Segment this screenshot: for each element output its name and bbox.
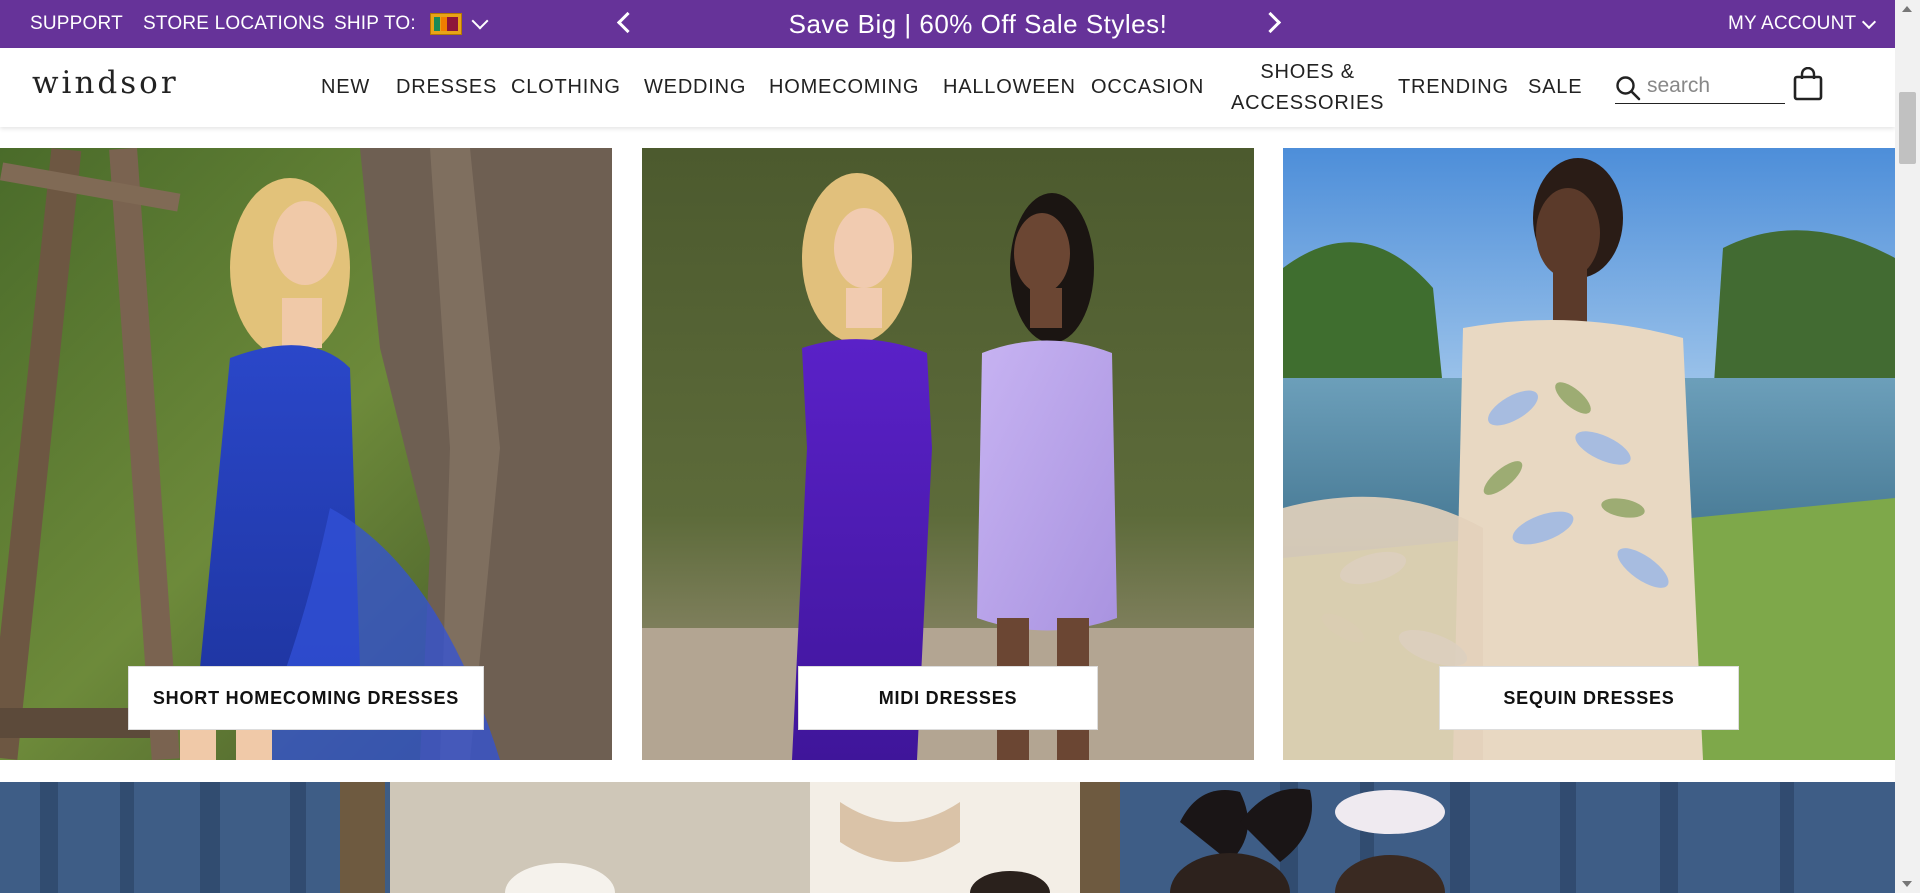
nav-item-clothing[interactable]: CLOTHING <box>511 48 621 127</box>
halloween-banner-image[interactable] <box>0 782 1895 893</box>
nav-item-halloween[interactable]: HALLOWEEN <box>943 48 1076 127</box>
ship-to-label: SHIP TO: <box>334 13 416 34</box>
category-tile-sequin[interactable]: SEQUIN DRESSES <box>1283 148 1895 760</box>
my-account-label: MY ACCOUNT <box>1728 13 1857 34</box>
nav-shoes-label: SHOES & <box>1260 60 1355 83</box>
scrollbar-thumb[interactable] <box>1899 92 1916 164</box>
chevron-down-icon <box>1862 14 1877 29</box>
shopping-bag-icon[interactable] <box>1793 67 1823 101</box>
store-locations-link[interactable]: STORE LOCATIONS <box>143 0 325 48</box>
halloween-banner-photo <box>0 782 1895 893</box>
midi-dresses-button[interactable]: MIDI DRESSES <box>798 666 1098 730</box>
search-input[interactable] <box>1647 71 1779 101</box>
chevron-down-icon <box>471 12 489 30</box>
store-locations-label: STORE LOCATIONS <box>143 13 325 34</box>
support-label: SUPPORT <box>30 13 123 34</box>
short-homecoming-dresses-button[interactable]: SHORT HOMECOMING DRESSES <box>128 666 484 730</box>
nav-item-trending[interactable]: TRENDING <box>1398 48 1509 127</box>
nav-accessories-label: ACCESSORIES <box>1231 91 1385 114</box>
nav-item-homecoming[interactable]: HOMECOMING <box>769 48 919 127</box>
my-account-menu[interactable]: MY ACCOUNT <box>1728 0 1877 48</box>
sequin-dresses-button[interactable]: SEQUIN DRESSES <box>1439 666 1739 730</box>
category-tile-midi[interactable]: MIDI DRESSES <box>642 148 1254 760</box>
sri-lanka-flag-icon <box>429 13 462 35</box>
page-scrollbar[interactable] <box>1895 0 1920 893</box>
search-icon[interactable] <box>1615 75 1641 101</box>
nav-item-dresses[interactable]: DRESSES <box>396 48 497 127</box>
search-box <box>1615 71 1785 104</box>
scroll-up-icon[interactable] <box>1902 6 1912 12</box>
nav-item-sale[interactable]: SALE <box>1528 48 1582 127</box>
nav-item-wedding[interactable]: WEDDING <box>644 48 746 127</box>
main-header: windsor NEW DRESSES CLOTHING WEDDING HOM… <box>0 48 1895 127</box>
next-promo-arrow-icon[interactable] <box>1259 11 1282 34</box>
scroll-down-icon[interactable] <box>1902 881 1912 887</box>
promo-message[interactable]: Save Big | 60% Off Sale Styles! <box>700 0 1256 48</box>
nav-item-occasion[interactable]: OCCASION <box>1091 48 1204 127</box>
ship-to-selector[interactable]: SHIP TO: <box>334 0 489 48</box>
nav-item-new[interactable]: NEW <box>321 48 370 127</box>
promo-bar: SUPPORT STORE LOCATIONS SHIP TO: Save Bi… <box>0 0 1895 48</box>
windsor-logo[interactable]: windsor <box>32 65 179 101</box>
nav-item-shoes-accessories[interactable]: SHOES & ACCESSORIES <box>1231 48 1384 127</box>
prev-promo-arrow-icon[interactable] <box>616 11 639 34</box>
support-link[interactable]: SUPPORT <box>30 0 123 48</box>
category-tile-short-homecoming[interactable]: SHORT HOMECOMING DRESSES <box>0 148 612 760</box>
